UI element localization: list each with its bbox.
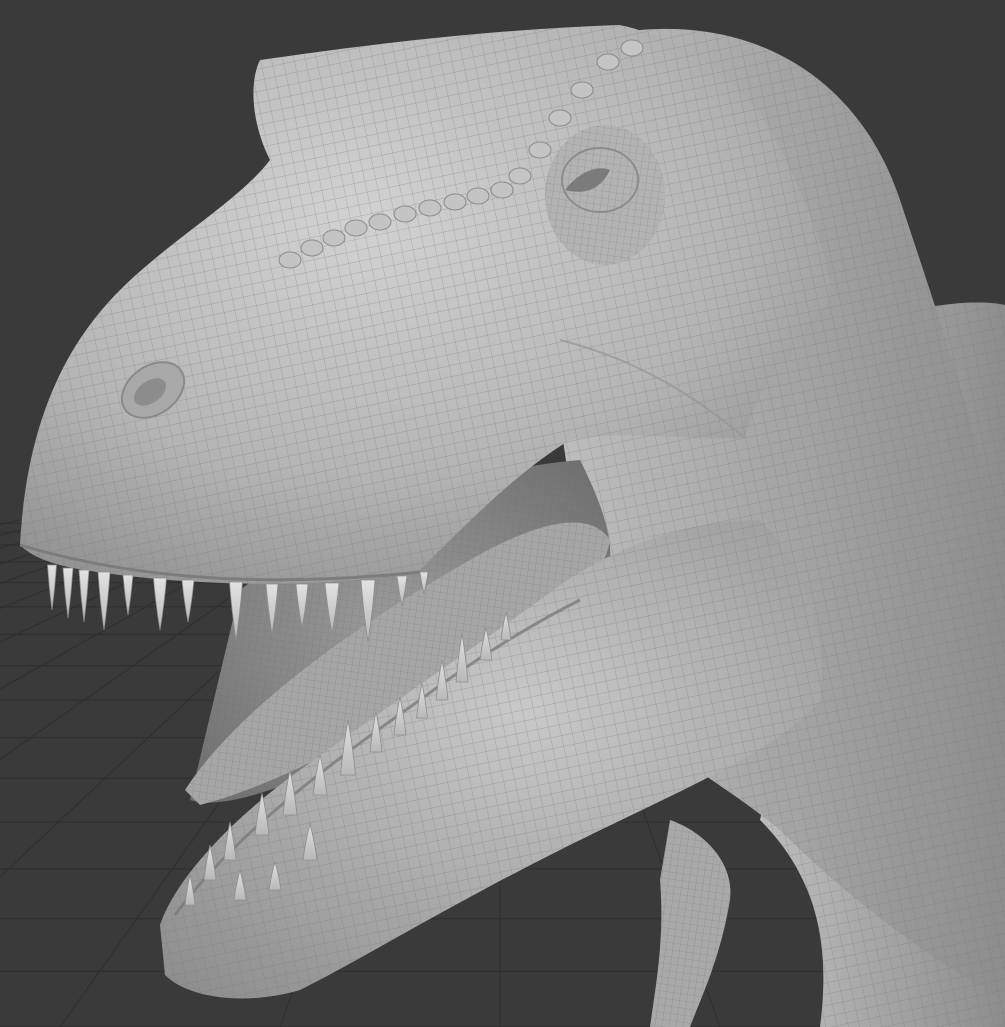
tooth bbox=[153, 577, 167, 631]
brow-bump bbox=[322, 229, 346, 247]
brow-bump bbox=[490, 181, 514, 199]
brow-bump bbox=[466, 187, 490, 205]
tooth bbox=[122, 574, 134, 616]
leg-mesh[interactable] bbox=[650, 820, 731, 1027]
brow-bump bbox=[528, 141, 552, 159]
brow-bump bbox=[393, 205, 417, 223]
grid-line bbox=[0, 519, 21, 526]
brow-bump bbox=[300, 239, 324, 257]
tooth bbox=[97, 571, 111, 631]
tooth bbox=[47, 564, 57, 611]
viewport-scene[interactable] bbox=[0, 0, 1005, 1027]
tooth bbox=[181, 579, 195, 623]
brow-bump bbox=[344, 219, 368, 237]
tooth bbox=[78, 569, 90, 623]
brow-bump bbox=[418, 199, 442, 217]
grid-line bbox=[0, 519, 181, 585]
brow-bump bbox=[368, 213, 392, 231]
brow-bump bbox=[443, 193, 467, 211]
brow-bump bbox=[548, 109, 572, 127]
brow-bump bbox=[596, 53, 620, 71]
3d-viewport[interactable] bbox=[0, 0, 1005, 1027]
brow-bump bbox=[570, 81, 594, 99]
brow-bump bbox=[620, 39, 644, 57]
brow-bump bbox=[508, 167, 532, 185]
eye-socket[interactable] bbox=[545, 125, 665, 265]
tooth bbox=[62, 567, 74, 619]
brow-bump bbox=[278, 251, 302, 269]
